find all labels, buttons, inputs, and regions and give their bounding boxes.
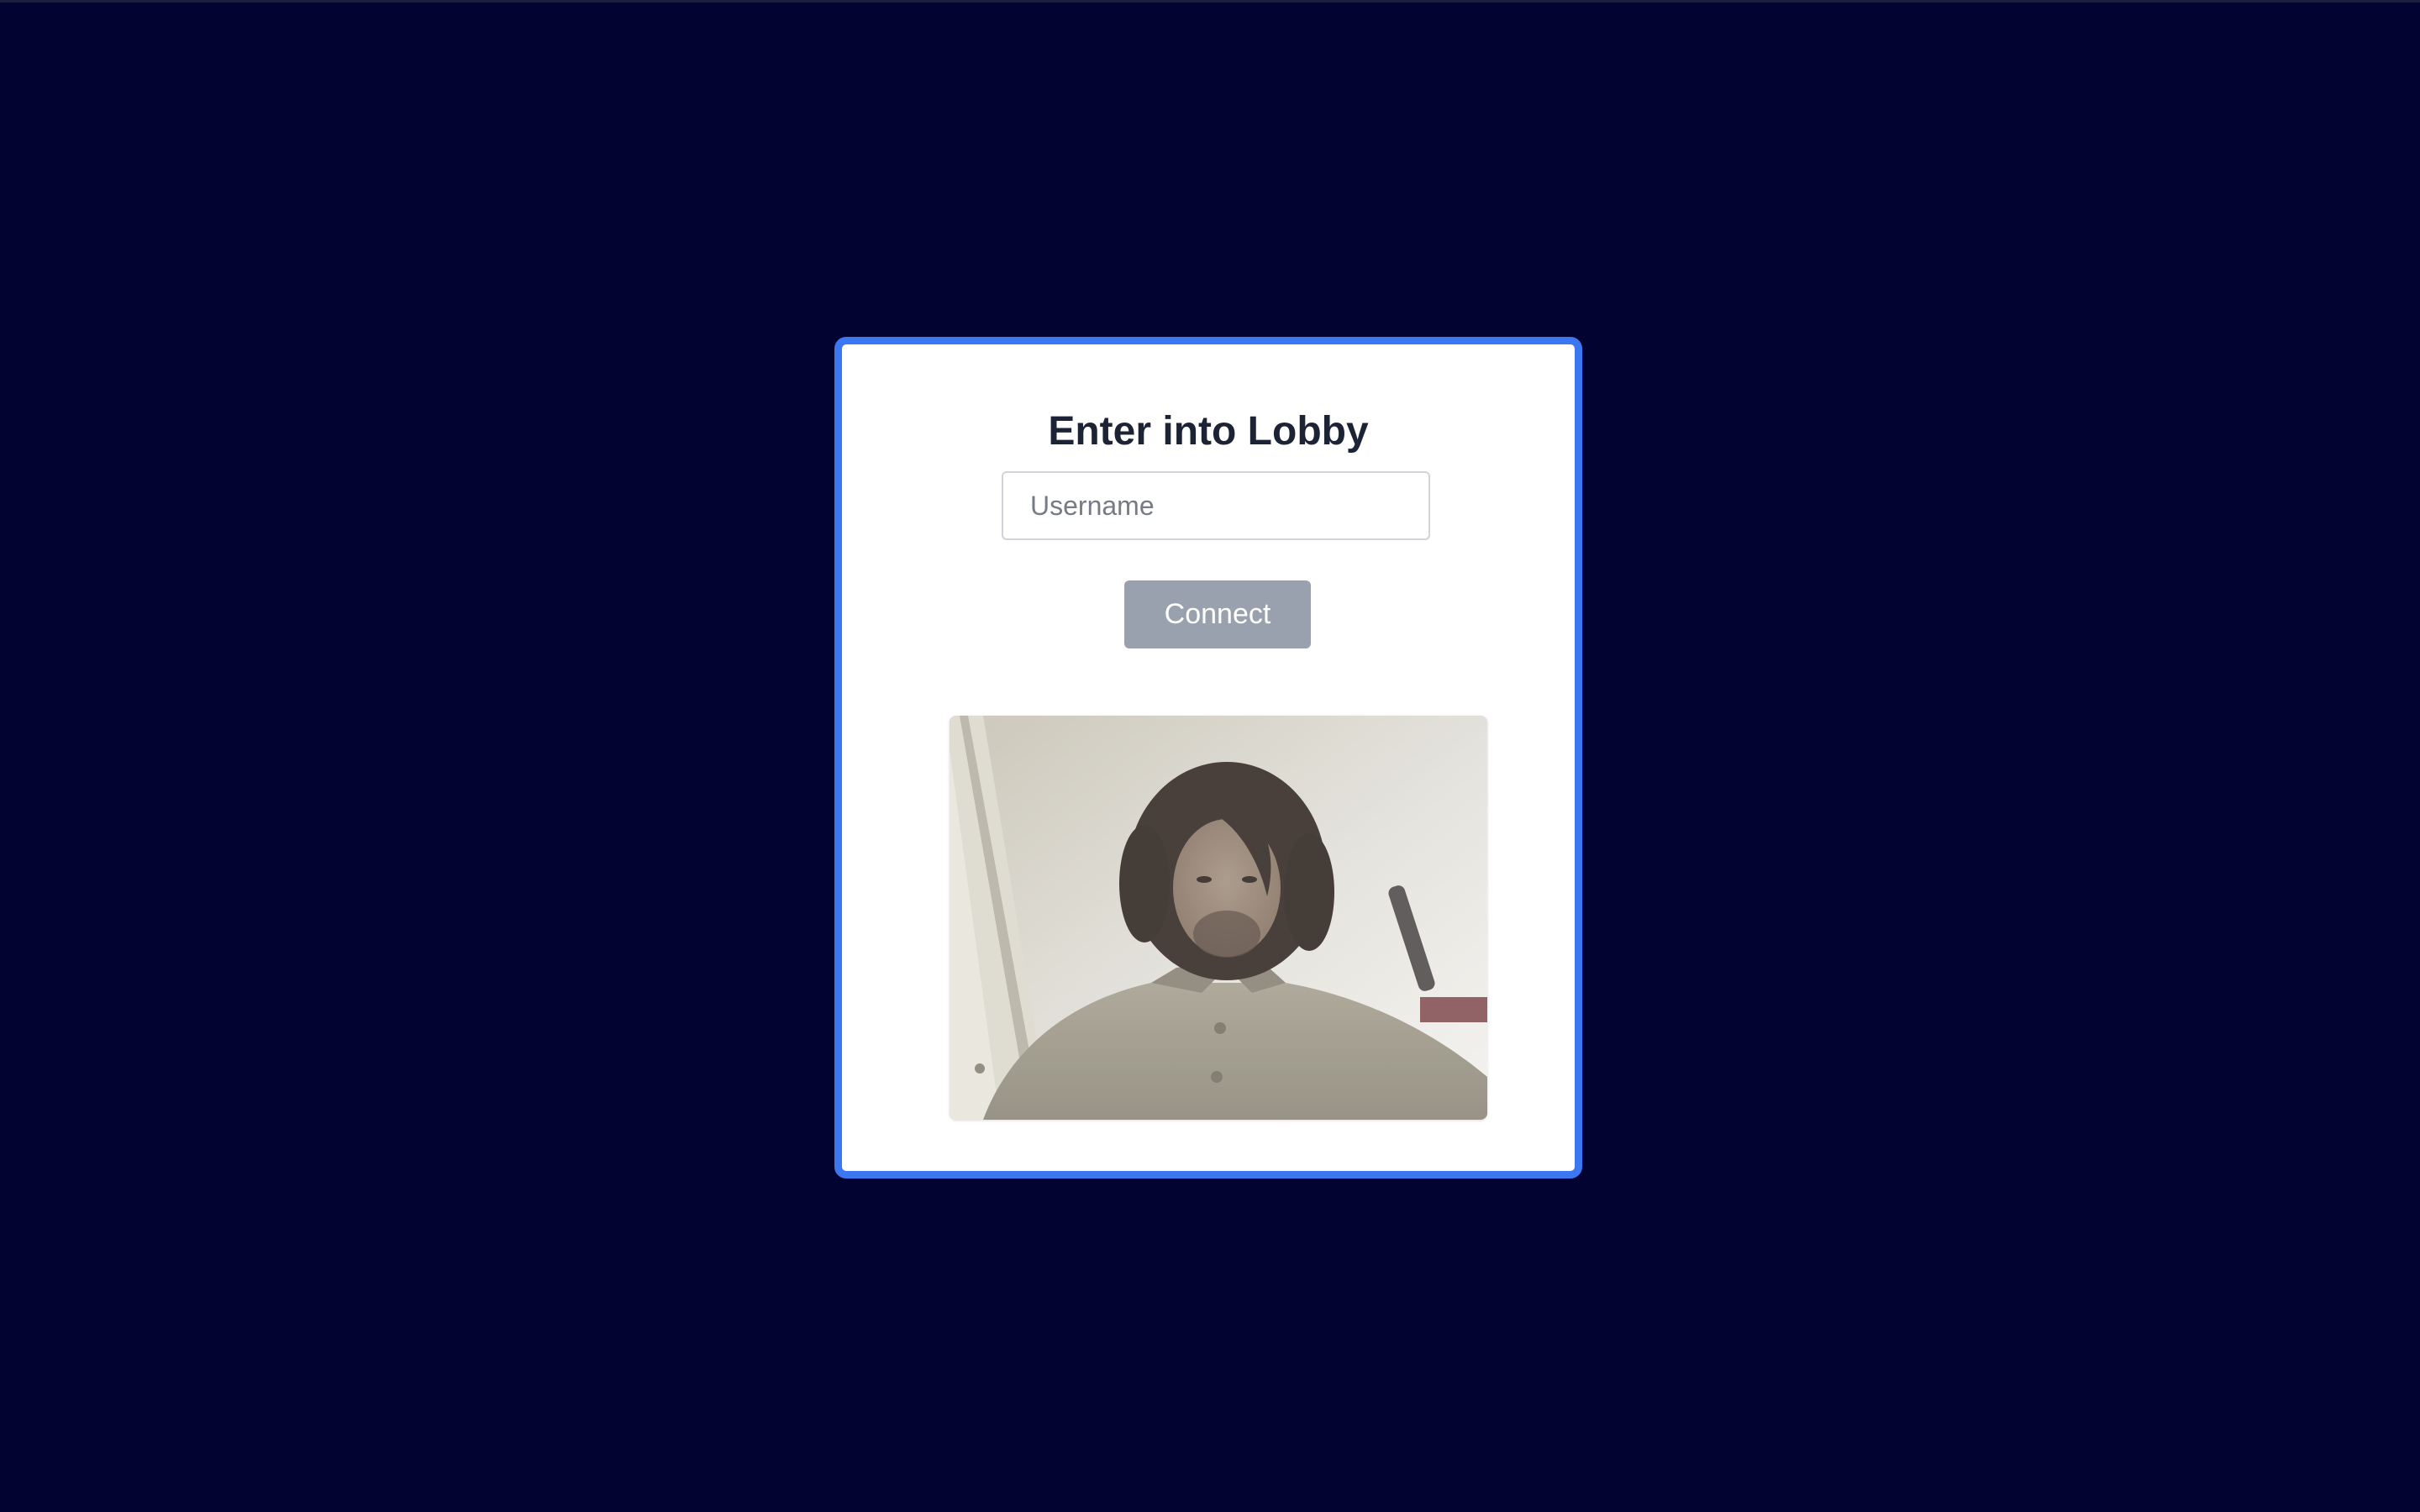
connect-button[interactable]: Connect	[1124, 580, 1311, 648]
lobby-card: Enter into Lobby Connect	[834, 337, 1582, 1179]
username-input[interactable]	[1002, 471, 1430, 540]
top-edge	[0, 0, 2420, 3]
lobby-title: Enter into Lobby	[1048, 409, 1369, 454]
camera-preview	[950, 716, 1487, 1120]
webcam-video-feed	[950, 716, 1487, 1120]
